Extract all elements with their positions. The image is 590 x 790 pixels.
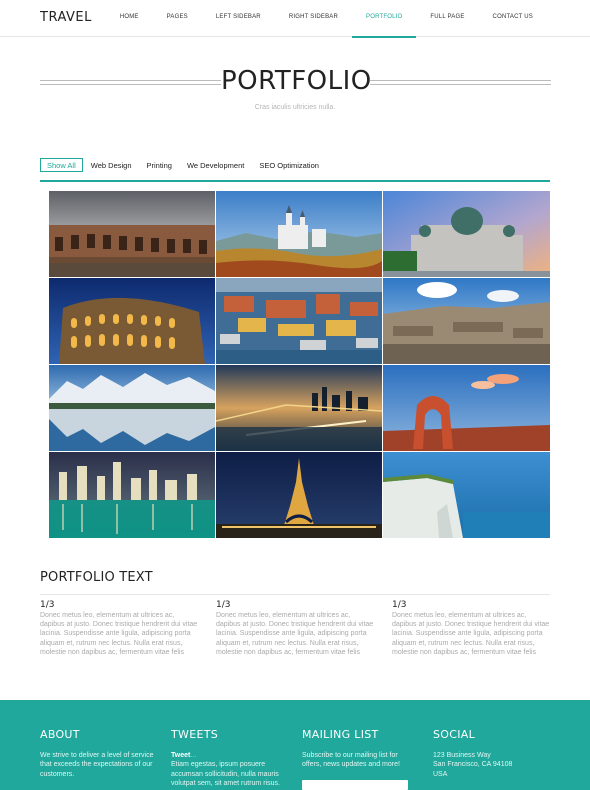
nav-full-page[interactable]: FULL PAGE [416,0,478,37]
nav-home[interactable]: HOME [106,0,153,37]
filter-web-development[interactable]: We Development [180,158,251,172]
column-heading: 1/3 [40,600,55,610]
footer-about-text: We strive to deliver a level of service … [40,752,154,778]
footer-tweets-heading: TWEETS [171,728,218,741]
column-body: Donec metus leo, elementum at ultrices a… [216,612,374,656]
tweet-tag: ... [190,752,197,759]
column-body: Donec metus leo, elementum at ultrices a… [392,612,550,656]
mountain-lake-image[interactable] [49,365,215,451]
roman-ruins-image[interactable] [49,191,215,277]
filter-printing[interactable]: Printing [140,158,179,172]
cathedral-image[interactable] [383,191,550,277]
title-divider-right [370,80,551,85]
filter-show-all[interactable]: Show All [40,158,83,172]
footer-about-heading: ABOUT [40,728,80,741]
arch-rock-image[interactable] [383,365,550,451]
skyline-night-image[interactable] [49,452,215,538]
nav-pages[interactable]: PAGES [153,0,202,37]
footer-social-heading: SOCIAL [433,728,476,741]
text-column-1: 1/3 Donec metus leo, elementum at ultric… [40,600,200,657]
column-heading: 1/3 [392,600,407,610]
footer-tweets: TWEETS Tweet... Etiam egestas, ipsum pos… [171,728,286,788]
nav-portfolio[interactable]: PORTFOLIO [352,0,417,38]
address-line-2: San Francisco, CA 94108 [433,761,513,769]
filter-web-design[interactable]: Web Design [84,158,139,172]
nav-left-sidebar[interactable]: LEFT SIDEBAR [202,0,275,37]
portfolio-filters: Show All Web Design Printing We Developm… [40,158,327,172]
stone-wall-image[interactable] [383,278,550,364]
text-column-2: 1/3 Donec metus leo, elementum at ultric… [216,600,376,657]
tweet-text: Etiam egestas, ipsum posuere accumsan so… [171,761,280,787]
main-nav: HOME PAGES LEFT SIDEBAR RIGHT SIDEBAR PO… [106,0,547,38]
tweet-label[interactable]: Tweet [171,752,190,759]
footer-address: 123 Business Way San Francisco, CA 94108… [433,751,548,779]
filter-seo-optimization[interactable]: SEO Optimization [252,158,326,172]
site-logo[interactable]: TRAVEL [40,10,92,25]
mailing-email-input[interactable] [302,779,408,790]
tweet-item: Tweet... Etiam egestas, ipsum posuere ac… [171,751,286,788]
eiffel-tower-image[interactable] [216,452,382,538]
footer-mailing-text: Subscribe to our mailing list for offers… [302,752,400,769]
footer-mailing-list: MAILING LIST Subscribe to our mailing li… [302,728,417,790]
colosseum-image[interactable] [49,278,215,364]
city-aerial-image[interactable] [216,278,382,364]
portfolio-text-title: PORTFOLIO TEXT [40,570,153,585]
portfolio-gallery [49,191,550,540]
nav-right-sidebar[interactable]: RIGHT SIDEBAR [275,0,352,37]
column-heading: 1/3 [216,600,231,610]
site-header: TRAVEL HOME PAGES LEFT SIDEBAR RIGHT SID… [0,0,590,38]
page-title: PORTFOLIO [221,66,372,96]
page-subtitle: Cras iaculis ultricies nulla. [254,104,336,111]
castle-image[interactable] [216,191,382,277]
title-divider-left [40,80,221,85]
bridge-night-image[interactable] [216,365,382,451]
sea-cliffs-image[interactable] [383,452,550,538]
address-line-3: USA [433,770,448,778]
footer-social: SOCIAL 123 Business Way San Francisco, C… [433,728,548,779]
page-heading: PORTFOLIO [40,66,551,102]
footer-about: ABOUT We strive to deliver a level of se… [40,728,155,779]
address-line-1: 123 Business Way [433,752,491,759]
portfolio-text-divider [40,594,550,595]
footer-mailing-heading: MAILING LIST [302,728,379,741]
text-column-3: 1/3 Donec metus leo, elementum at ultric… [392,600,552,657]
nav-contact-us[interactable]: CONTACT US [479,0,547,37]
site-footer: ABOUT We strive to deliver a level of se… [0,700,590,790]
filters-divider [40,180,550,182]
column-body: Donec metus leo, elementum at ultrices a… [40,612,198,656]
